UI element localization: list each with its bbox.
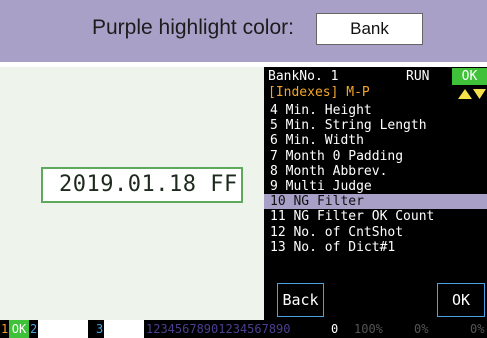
status-zero: 0 bbox=[331, 322, 339, 336]
menu-item-ng-filter-ok-count[interactable]: 11 NG Filter OK Count bbox=[264, 209, 487, 224]
menu-item-min-string-length[interactable]: 5 Min. String Length bbox=[264, 118, 487, 133]
bank-number: BankNo. 1 bbox=[268, 69, 339, 84]
menu-item-min-width[interactable]: 6 Min. Width bbox=[264, 133, 487, 148]
ok-status-badge: OK bbox=[452, 68, 487, 85]
date-display: 2019.01.18 FF bbox=[41, 167, 243, 203]
highlight-value: Bank bbox=[350, 19, 389, 38]
status-slot-1: 1 bbox=[1, 322, 9, 336]
status-percent-2: 0% bbox=[414, 322, 429, 336]
scroll-arrows-icon[interactable] bbox=[457, 88, 487, 100]
status-digits: 12345678901234567890 bbox=[146, 322, 291, 336]
menu-item-no-of-dict1[interactable]: 13 No. of Dict#1 bbox=[264, 240, 487, 255]
menu-item-month-abbrev[interactable]: 8 Month Abbrev. bbox=[264, 164, 487, 179]
status-bar: 1 OK 2 3 12345678901234567890 0 100% 0% … bbox=[0, 320, 487, 338]
menu-item-min-height[interactable]: 4 Min. Height bbox=[264, 103, 487, 118]
banner: Purple highlight color: Bank bbox=[0, 0, 487, 62]
menu-item-month-0-padding[interactable]: 7 Month 0 Padding bbox=[264, 149, 487, 164]
preview-panel: 2019.01.18 FF bbox=[0, 67, 264, 320]
status-slot-3: 3 bbox=[96, 322, 104, 336]
status-percent-1: 100% bbox=[354, 322, 383, 336]
back-button[interactable]: Back bbox=[277, 283, 324, 317]
status-percent-3: 0% bbox=[470, 322, 485, 336]
banner-label: Purple highlight color: bbox=[92, 16, 294, 39]
status-slot-3-bar bbox=[104, 320, 144, 338]
run-indicator: RUN bbox=[406, 69, 430, 84]
highlight-value-box: Bank bbox=[316, 13, 423, 45]
menu-item-ng-filter[interactable]: 10 NG Filter bbox=[264, 194, 487, 210]
status-ok-badge: OK bbox=[9, 320, 29, 338]
scroll-up-icon bbox=[458, 89, 472, 99]
menu-item-multi-judge[interactable]: 9 Multi Judge bbox=[264, 179, 487, 194]
menu-item-no-of-cntshot[interactable]: 12 No. of CntShot bbox=[264, 225, 487, 240]
indexes-header: [Indexes] M-P bbox=[268, 85, 370, 100]
date-text: 2019.01.18 FF bbox=[59, 172, 238, 197]
ok-button[interactable]: OK bbox=[437, 283, 485, 317]
scroll-down-icon bbox=[473, 89, 486, 99]
index-menu: 4 Min. Height 5 Min. String Length 6 Min… bbox=[264, 103, 487, 255]
device-screen: BankNo. 1 RUN OK [Indexes] M-P 4 Min. He… bbox=[264, 67, 487, 320]
status-slot-2-bar bbox=[38, 320, 88, 338]
status-slot-2: 2 bbox=[30, 322, 38, 336]
